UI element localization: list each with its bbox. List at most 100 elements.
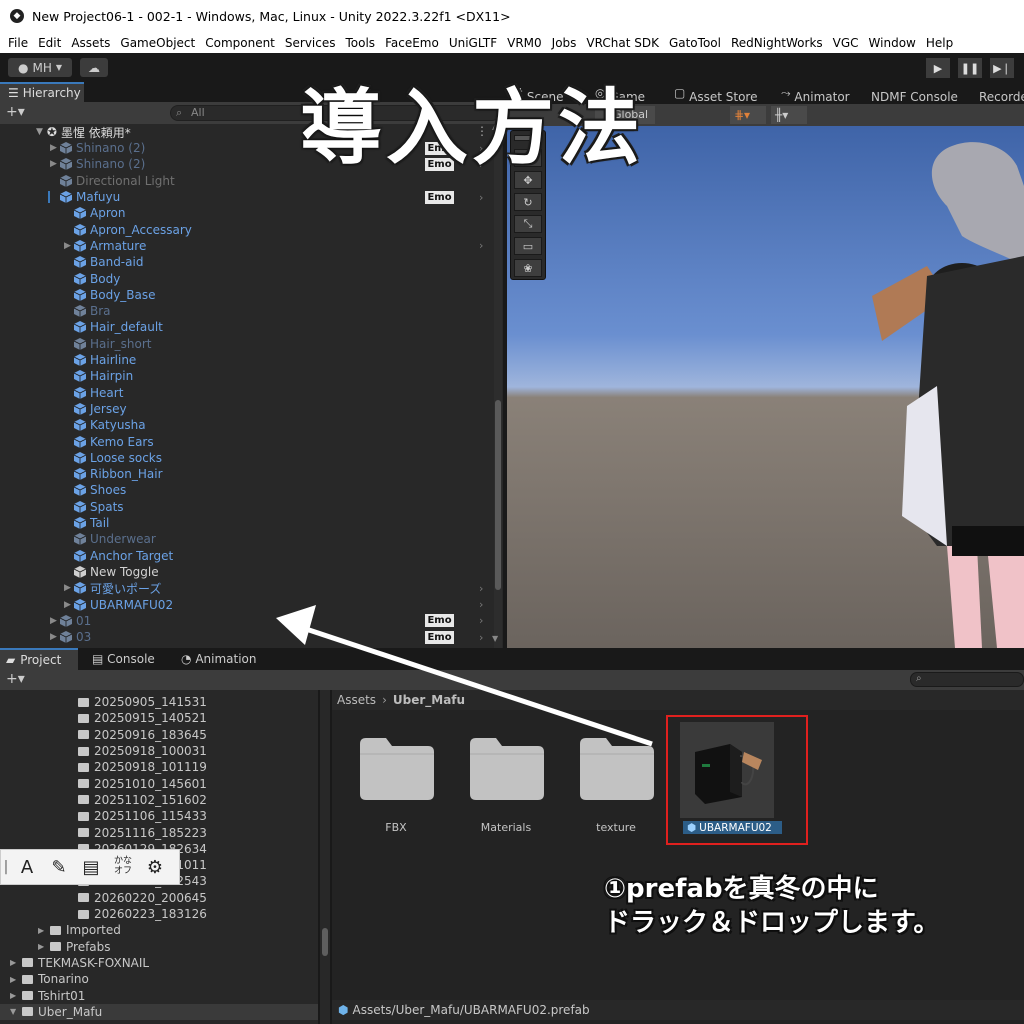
hierarchy-row[interactable]: Apron bbox=[0, 205, 500, 221]
breadcrumb-assets[interactable]: Assets bbox=[337, 693, 376, 707]
hierarchy-row[interactable]: Body_Base bbox=[0, 287, 500, 303]
chevron-right-icon[interactable]: › bbox=[479, 631, 483, 644]
asset-folder-materials[interactable] bbox=[470, 738, 544, 800]
scene-viewport[interactable] bbox=[507, 126, 1024, 648]
folder-tree-item[interactable]: 20250916_183645 bbox=[66, 727, 207, 743]
menu-file[interactable]: File bbox=[3, 36, 33, 50]
pause-button[interactable]: ❚❚ bbox=[958, 58, 982, 78]
expand-arrow-icon[interactable]: ▶ bbox=[64, 600, 74, 610]
expand-arrow-icon[interactable]: ▶ bbox=[50, 616, 60, 626]
rect-tool-button[interactable]: ▭ bbox=[514, 237, 542, 255]
hierarchy-row[interactable]: ▶UBARMAFU02› bbox=[0, 596, 500, 612]
menu-vrchat-sdk[interactable]: VRChat SDK bbox=[581, 36, 664, 50]
ime-grip-icon[interactable]: | bbox=[2, 852, 10, 882]
tree-scrollbar[interactable] bbox=[320, 690, 330, 1024]
tab-animation[interactable]: ◔ Animation bbox=[181, 652, 257, 666]
tab-asset-store[interactable]: ▢ Asset Store bbox=[674, 86, 689, 100]
folder-tree-item[interactable]: 20251106_115433 bbox=[66, 808, 207, 824]
hierarchy-row[interactable]: Heart bbox=[0, 385, 500, 401]
hierarchy-row[interactable]: Anchor Target bbox=[0, 548, 500, 564]
hierarchy-row[interactable]: Hair_default bbox=[0, 319, 500, 335]
hierarchy-row[interactable]: Kemo Ears bbox=[0, 433, 500, 449]
ime-mode-button[interactable]: A bbox=[12, 852, 42, 882]
folder-tree-item[interactable]: 20251116_185223 bbox=[66, 824, 207, 840]
folder-tree-item[interactable]: ▶Tonarino bbox=[10, 971, 89, 987]
expand-arrow-icon[interactable]: ▶ bbox=[64, 241, 74, 251]
increment-snap-button[interactable]: ╫▾ bbox=[771, 106, 807, 124]
hierarchy-row[interactable]: Underwear bbox=[0, 531, 500, 547]
add-button[interactable]: +▾ bbox=[6, 104, 25, 120]
folder-tree-item[interactable]: ▶Imported bbox=[38, 922, 121, 938]
folder-tree-item[interactable]: 20260220_200645 bbox=[66, 890, 207, 906]
pen-icon[interactable]: ✎ bbox=[44, 852, 74, 882]
emo-badge[interactable]: Emo bbox=[425, 614, 454, 627]
scroll-down-icon[interactable]: ▼ bbox=[492, 634, 498, 643]
folder-tree-item[interactable]: ▶TEKMASK-FOXNAIL bbox=[10, 955, 149, 971]
play-button[interactable]: ▶ bbox=[926, 58, 950, 78]
tree-scroll-thumb[interactable] bbox=[322, 928, 328, 956]
menu-vrm0[interactable]: VRM0 bbox=[502, 36, 547, 50]
account-dropdown[interactable]: ● MH ▼ bbox=[8, 58, 72, 77]
hierarchy-row[interactable]: Jersey bbox=[0, 401, 500, 417]
menu-unigltf[interactable]: UniGLTF bbox=[444, 36, 502, 50]
asset-folder-fbx[interactable] bbox=[360, 738, 434, 800]
asset-folder-texture[interactable] bbox=[580, 738, 654, 800]
hierarchy-row[interactable]: Katyusha bbox=[0, 417, 500, 433]
hierarchy-row[interactable]: MafuyuEmo› bbox=[0, 189, 500, 205]
hierarchy-row[interactable]: Loose socks bbox=[0, 450, 500, 466]
expand-arrow-icon[interactable]: ▶ bbox=[10, 991, 22, 1000]
kana-off-button[interactable]: かな オフ bbox=[108, 852, 138, 882]
emo-badge[interactable]: Emo bbox=[425, 631, 454, 644]
breadcrumb-uber-mafu[interactable]: Uber_Mafu bbox=[393, 693, 465, 707]
hierarchy-row[interactable]: Apron_Accessary bbox=[0, 222, 500, 238]
menu-rednightworks[interactable]: RedNightWorks bbox=[726, 36, 828, 50]
hierarchy-row[interactable]: Band-aid bbox=[0, 254, 500, 270]
folder-tree-item[interactable]: 20250918_101119 bbox=[66, 759, 207, 775]
hierarchy-row[interactable]: Spats bbox=[0, 499, 500, 515]
hierarchy-scroll-thumb[interactable] bbox=[495, 400, 501, 590]
scene-header[interactable]: ▼ ✪ 墨惺 依頼用* bbox=[36, 124, 131, 140]
folder-tree-item[interactable]: 20250915_140521 bbox=[66, 710, 207, 726]
tab-console[interactable]: ▤ Console bbox=[92, 652, 155, 666]
menu-services[interactable]: Services bbox=[280, 36, 341, 50]
folder-tree-item[interactable]: 20250918_100031 bbox=[66, 743, 207, 759]
hierarchy-row[interactable]: Tail bbox=[0, 515, 500, 531]
menu-component[interactable]: Component bbox=[200, 36, 280, 50]
menu-tools[interactable]: Tools bbox=[341, 36, 381, 50]
folder-tree-item[interactable]: 20251010_145601 bbox=[66, 776, 207, 792]
chevron-right-icon[interactable]: › bbox=[479, 598, 483, 611]
hierarchy-row[interactable]: ▶01Emo› bbox=[0, 613, 500, 629]
chevron-right-icon[interactable]: › bbox=[479, 239, 483, 252]
menu-help[interactable]: Help bbox=[921, 36, 958, 50]
chevron-right-icon[interactable]: › bbox=[479, 614, 483, 627]
menu-jobs[interactable]: Jobs bbox=[547, 36, 582, 50]
menu-gatotool[interactable]: GatoTool bbox=[664, 36, 726, 50]
chevron-right-icon[interactable]: › bbox=[479, 191, 483, 204]
expand-arrow-icon[interactable]: ▶ bbox=[38, 942, 50, 951]
menu-edit[interactable]: Edit bbox=[33, 36, 66, 50]
rotate-tool-button[interactable]: ↻ bbox=[514, 193, 542, 211]
folder-tree-item[interactable]: 20260223_183126 bbox=[66, 906, 207, 922]
prefab-thumbnail[interactable] bbox=[680, 722, 774, 818]
emo-badge[interactable]: Emo bbox=[425, 191, 454, 204]
hierarchy-row[interactable]: Hair_short bbox=[0, 336, 500, 352]
gear-icon[interactable]: ⚙ bbox=[140, 852, 170, 882]
hierarchy-row[interactable]: ▶Armature› bbox=[0, 238, 500, 254]
expand-arrow-icon[interactable]: ▶ bbox=[50, 632, 60, 642]
tab-hierarchy[interactable]: ☰ Hierarchy bbox=[0, 82, 84, 102]
project-search-input[interactable]: ⌕ bbox=[910, 672, 1024, 687]
chevron-down-icon[interactable]: ▼ bbox=[10, 1007, 22, 1016]
hierarchy-row[interactable]: Shoes bbox=[0, 482, 500, 498]
transform-tool-button[interactable]: ❀ bbox=[514, 259, 542, 277]
tab-project[interactable]: ▰Project bbox=[0, 648, 78, 670]
folder-tree-item[interactable]: 20251102_151602 bbox=[66, 792, 207, 808]
cloud-button[interactable]: ☁ bbox=[80, 58, 108, 77]
hierarchy-row[interactable]: Body bbox=[0, 270, 500, 286]
tab-animator[interactable]: ⤳ Animator bbox=[781, 86, 794, 101]
grid-snap-button[interactable]: ⋕▾ bbox=[730, 106, 766, 124]
menu-faceemo[interactable]: FaceEmo bbox=[380, 36, 444, 50]
folder-tree-item[interactable]: ▶Tshirt01 bbox=[10, 987, 85, 1003]
hierarchy-row[interactable]: Hairpin bbox=[0, 368, 500, 384]
prefab-name-label[interactable]: ⬢ UBARMAFU02 bbox=[683, 821, 782, 834]
expand-arrow-icon[interactable]: ▶ bbox=[50, 159, 60, 169]
